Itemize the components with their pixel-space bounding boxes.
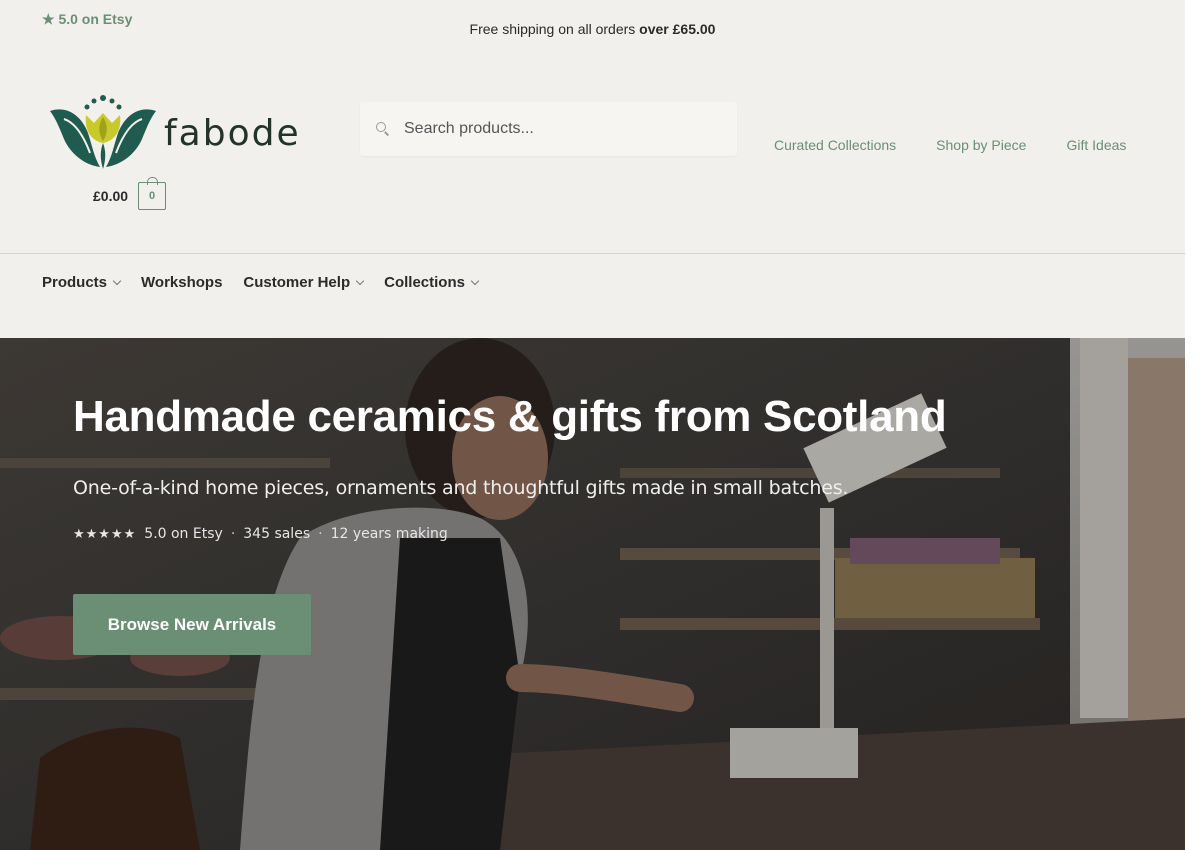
hero-stats: ★★★★★ 5.0 on Etsy · 345 sales · 12 years… xyxy=(73,526,448,542)
separator-dot: · xyxy=(230,526,236,542)
chevron-down-icon xyxy=(470,276,480,286)
search-icon xyxy=(376,122,390,136)
hero-subtitle: One-of-a-kind home pieces, ornaments and… xyxy=(73,477,849,499)
page-edge xyxy=(1185,0,1200,850)
nav-link-shop-by-piece[interactable]: Shop by Piece xyxy=(936,137,1026,153)
shipping-threshold: over £65.00 xyxy=(639,21,716,37)
brand-name: fabode xyxy=(164,112,301,154)
nav-link-gift-ideas[interactable]: Gift Ideas xyxy=(1066,137,1126,153)
separator-dot: · xyxy=(318,526,323,542)
free-shipping-notice: Free shipping on all orders over £65.00 xyxy=(0,21,1185,37)
hero-banner: Handmade ceramics & gifts from Scotland … xyxy=(0,338,1185,850)
header-divider xyxy=(0,253,1185,254)
nav-link-curated-collections[interactable]: Curated Collections xyxy=(774,137,896,153)
hero-sales: 345 sales xyxy=(243,526,311,542)
announcement-bar: ★ 5.0 on Etsy Free shipping on all order… xyxy=(0,0,1200,50)
nav-item-collections[interactable]: Collections xyxy=(384,274,480,291)
cart-total[interactable]: £0.00 xyxy=(93,188,128,204)
chevron-down-icon xyxy=(355,276,365,286)
shopping-bag-icon[interactable]: 0 xyxy=(138,177,167,210)
cart-count: 0 xyxy=(148,190,156,202)
chevron-down-icon xyxy=(112,276,122,286)
hero-years: 12 years making xyxy=(330,526,448,542)
nav-item-workshops[interactable]: Workshops xyxy=(141,274,222,291)
hero-rating: 5.0 on Etsy xyxy=(144,526,223,542)
tulip-logo-icon xyxy=(50,95,156,169)
nav-item-label: Workshops xyxy=(141,274,223,291)
main-nav: Products Workshops Customer Help Collect… xyxy=(42,274,480,291)
nav-item-label: Collections xyxy=(384,274,465,291)
browse-new-arrivals-button[interactable]: Browse New Arrivals xyxy=(73,594,311,655)
hero-title: Handmade ceramics & gifts from Scotland xyxy=(73,392,947,441)
search-input[interactable] xyxy=(404,120,704,138)
cart-summary[interactable]: £0.00 0 xyxy=(93,177,167,210)
nav-item-label: Products xyxy=(42,274,108,291)
secondary-nav: Curated Collections Shop by Piece Gift I… xyxy=(774,137,1126,153)
search-bar[interactable] xyxy=(360,102,737,156)
site-logo[interactable]: fabode xyxy=(48,92,308,172)
star-rating-icon: ★★★★★ xyxy=(73,526,137,542)
shipping-text: Free shipping on all orders xyxy=(469,21,640,37)
nav-item-products[interactable]: Products xyxy=(42,274,122,291)
nav-item-label: Customer Help xyxy=(243,274,351,291)
nav-item-customer-help[interactable]: Customer Help xyxy=(243,274,365,291)
